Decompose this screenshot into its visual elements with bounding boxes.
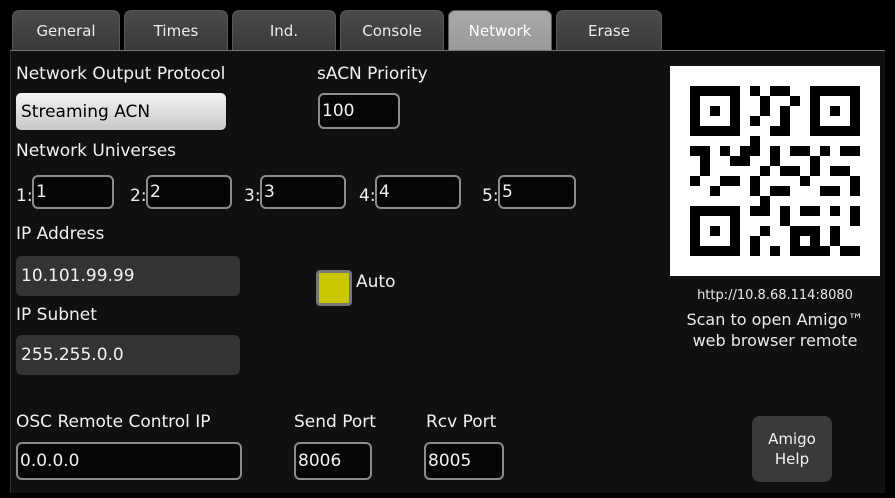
tab-times[interactable]: Times	[124, 10, 228, 50]
rcv-port-field[interactable]: 8005	[424, 442, 504, 480]
network-output-protocol-label: Network Output Protocol	[16, 64, 226, 84]
network-universes-label: Network Universes	[16, 141, 177, 161]
universe-1-field[interactable]: 1	[32, 175, 114, 209]
universe-3-index: 3:	[244, 186, 261, 206]
amigo-help-button[interactable]: Amigo Help	[752, 416, 832, 482]
qr-url: http://10.8.68.114:8080	[697, 288, 853, 303]
universe-5-index: 5:	[482, 186, 499, 206]
ip-address-field[interactable]: 10.101.99.99	[16, 256, 240, 296]
settings-panel: General Times Ind. Console Network Erase…	[10, 8, 885, 493]
tab-console[interactable]: Console	[340, 10, 444, 50]
rcv-port-label: Rcv Port	[426, 412, 497, 432]
universe-2-index: 2:	[130, 186, 147, 206]
qr-code	[670, 66, 880, 276]
ip-subnet-label: IP Subnet	[16, 305, 97, 325]
tab-network[interactable]: Network	[448, 10, 552, 50]
sacn-priority-field[interactable]: 100	[318, 93, 400, 129]
auto-checkbox[interactable]	[316, 270, 352, 306]
window: General Times Ind. Console Network Erase…	[0, 0, 895, 498]
ip-address-label: IP Address	[16, 224, 105, 244]
ip-subnet-field[interactable]: 255.255.0.0	[16, 335, 240, 375]
osc-remote-control-ip-label: OSC Remote Control IP	[16, 412, 211, 432]
send-port-field[interactable]: 8006	[294, 442, 372, 480]
auto-label: Auto	[356, 272, 396, 292]
tab-erase[interactable]: Erase	[556, 10, 662, 50]
osc-remote-control-ip-field[interactable]: 0.0.0.0	[16, 442, 242, 480]
sacn-priority-label: sACN Priority	[317, 64, 428, 84]
amigo-help-line2: Help	[774, 450, 810, 468]
tab-general[interactable]: General	[12, 10, 120, 50]
tab-ind[interactable]: Ind.	[232, 10, 336, 50]
universe-1-index: 1:	[16, 186, 33, 206]
universe-2-field[interactable]: 2	[146, 175, 232, 209]
network-output-protocol-button[interactable]: Streaming ACN	[16, 93, 226, 130]
qr-caption-line2: web browser remote	[692, 331, 858, 350]
universe-3-field[interactable]: 3	[260, 175, 346, 209]
send-port-label: Send Port	[294, 412, 376, 432]
universe-4-index: 4:	[359, 186, 376, 206]
amigo-help-line1: Amigo	[768, 430, 816, 448]
universe-4-field[interactable]: 4	[375, 175, 461, 209]
qr-caption-line1: Scan to open Amigo™	[686, 310, 864, 329]
universe-5-field[interactable]: 5	[498, 175, 576, 209]
